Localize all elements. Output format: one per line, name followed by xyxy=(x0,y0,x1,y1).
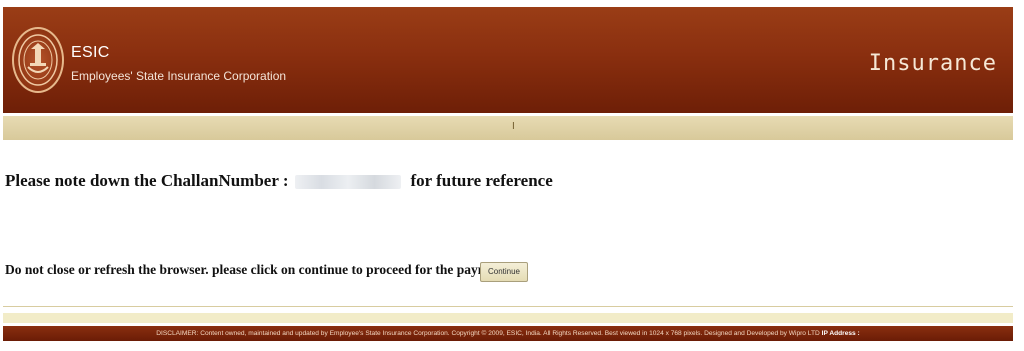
footer-disclaimer: DISCLAIMER: Content owned, maintained an… xyxy=(3,326,1013,341)
divider xyxy=(3,306,1013,307)
org-full-name: Employees' State Insurance Corporation xyxy=(71,69,287,83)
site-header: ESIC Employees' State Insurance Corporat… xyxy=(3,7,1013,113)
payment-notice: Do not close or refresh the browser. ple… xyxy=(5,262,507,277)
challan-message-suffix: for future reference xyxy=(410,171,553,190)
ip-address-label: IP Address : xyxy=(821,330,860,337)
disclaimer-text: DISCLAIMER: Content owned, maintained an… xyxy=(156,330,820,337)
footer-top-strip xyxy=(3,313,1013,323)
challan-message: Please note down the ChallanNumber : for … xyxy=(5,171,553,191)
challan-number-redacted xyxy=(294,175,401,190)
nav-marker: I xyxy=(512,121,515,132)
continue-button[interactable]: Continue xyxy=(480,262,528,282)
esic-emblem-icon xyxy=(12,27,64,93)
brand-title: Insurance xyxy=(868,51,997,76)
org-abbreviation: ESIC xyxy=(71,44,110,61)
challan-message-prefix: Please note down the ChallanNumber : xyxy=(5,171,289,190)
navigation-bar: I xyxy=(3,116,1013,140)
